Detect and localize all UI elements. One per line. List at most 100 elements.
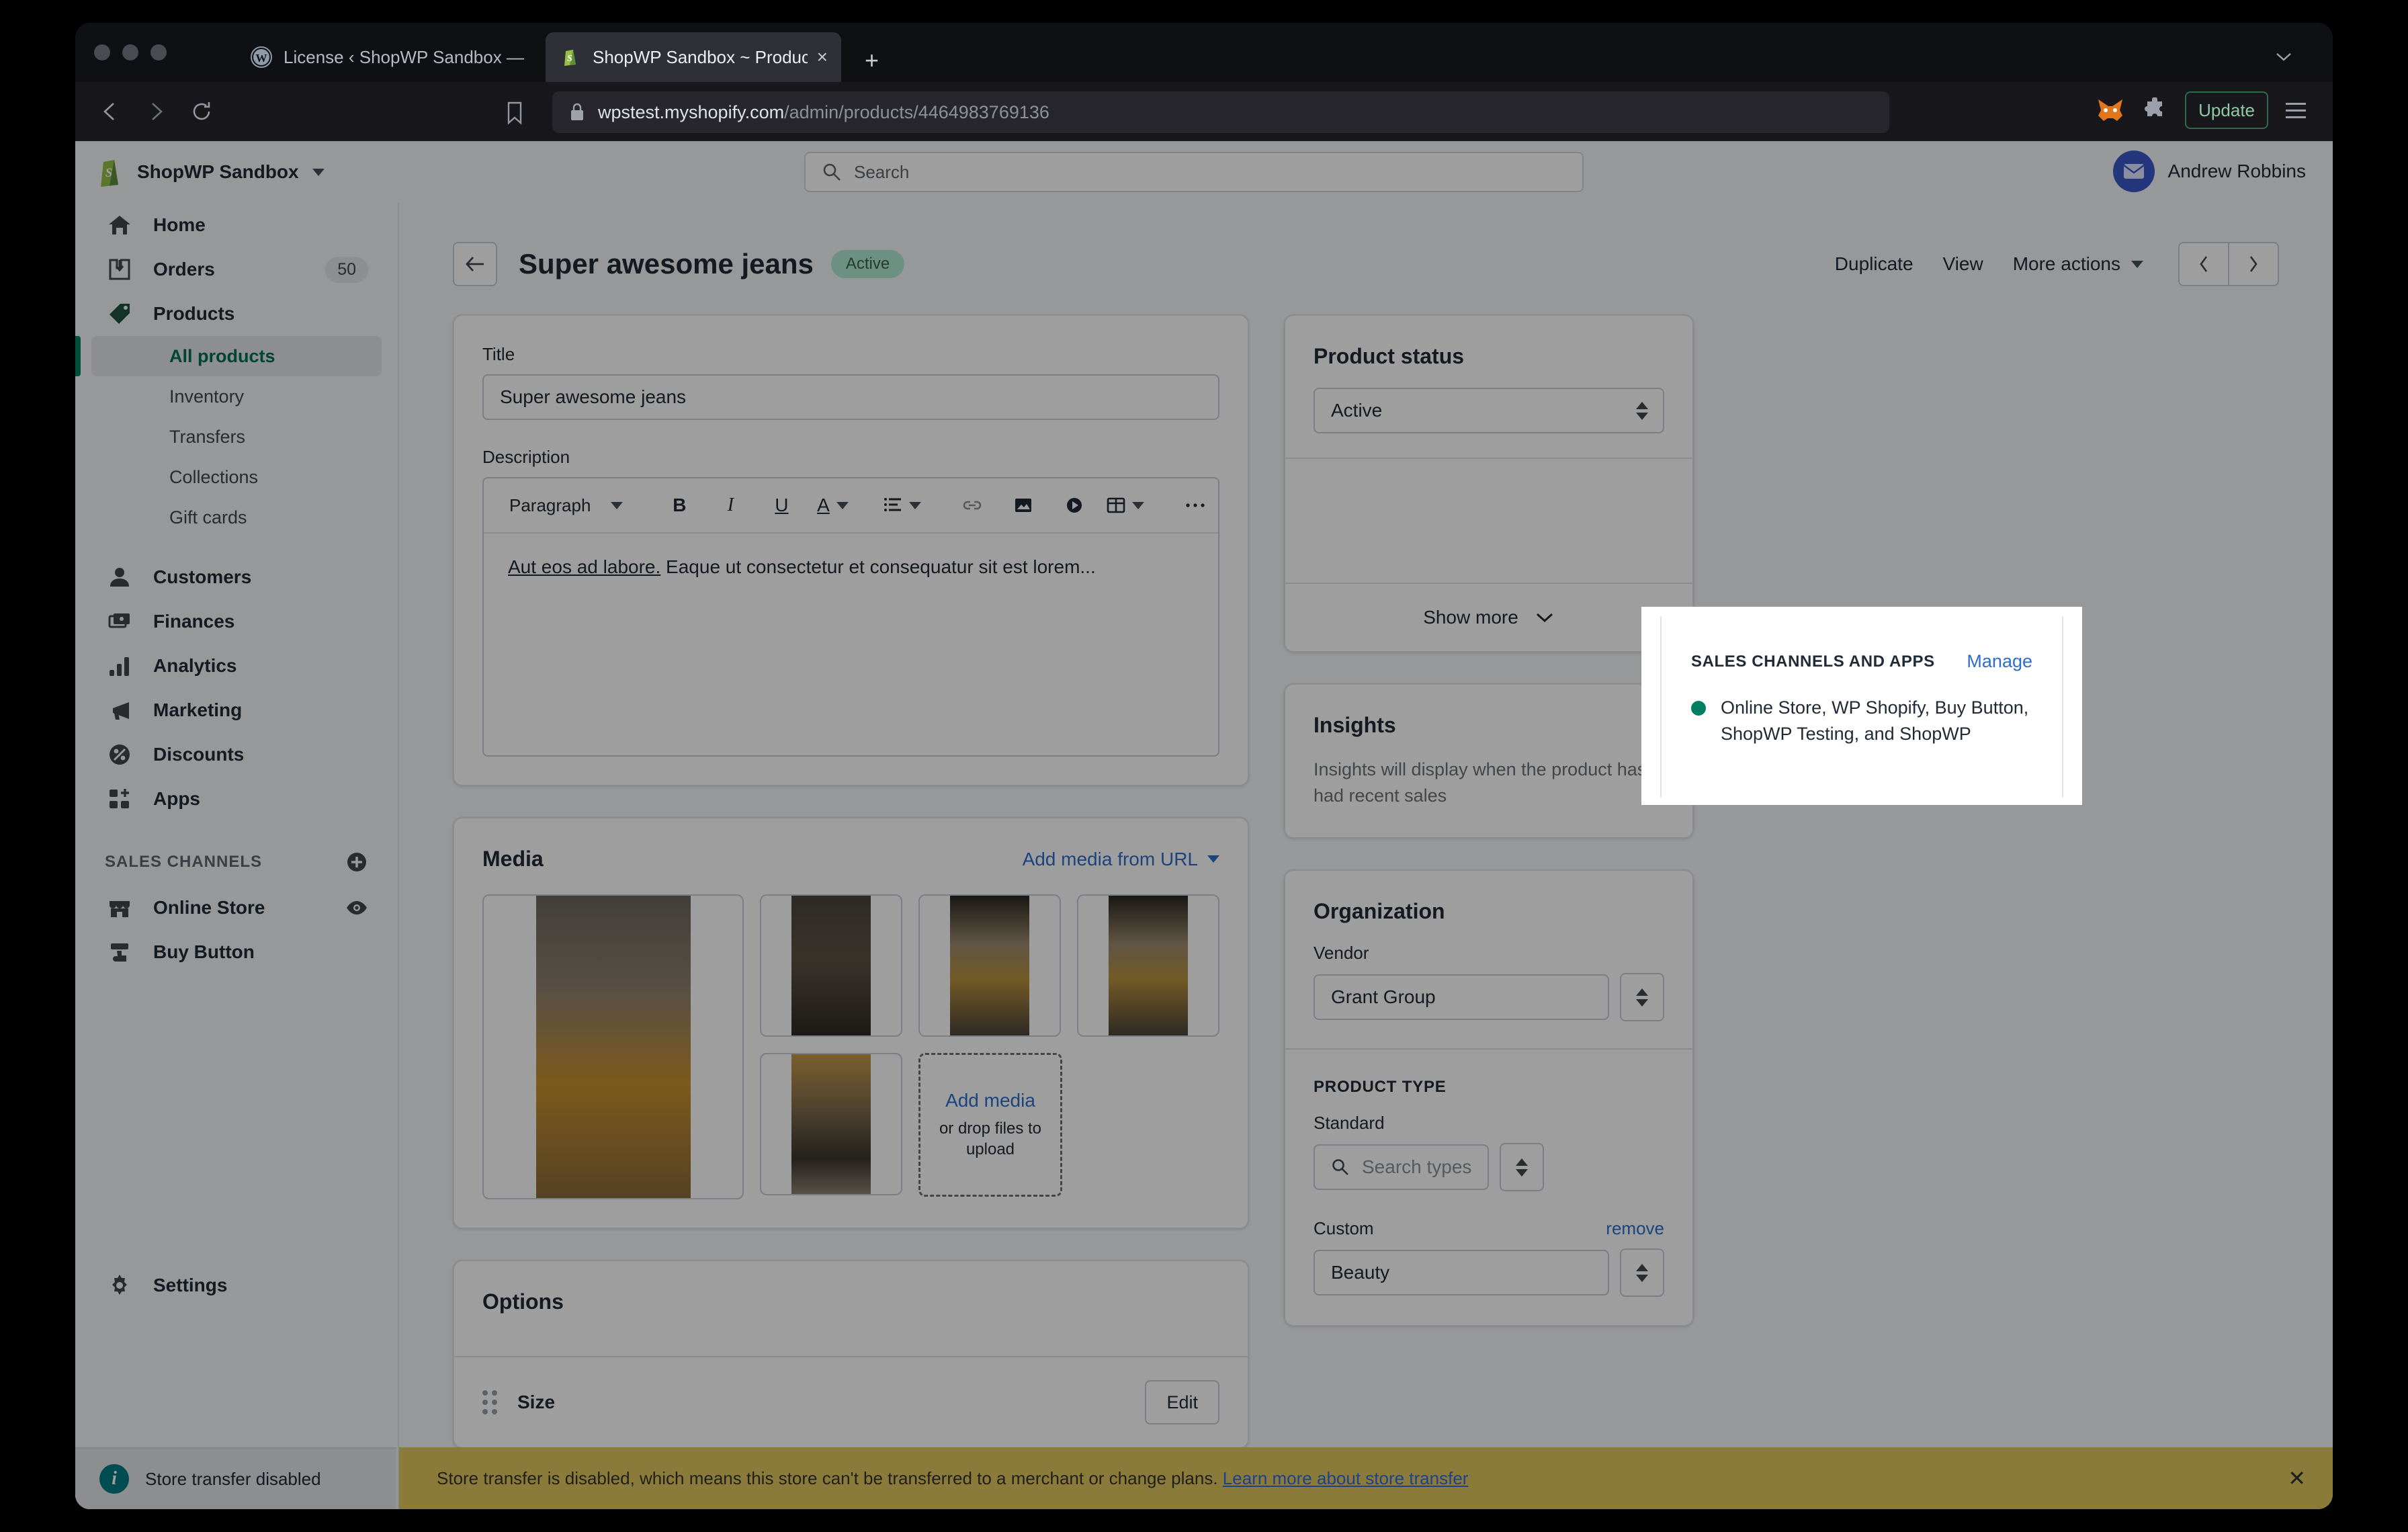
add-media-link[interactable]: Add media	[945, 1090, 1035, 1111]
custom-type-stepper[interactable]	[1620, 1248, 1664, 1297]
page-header: Super awesome jeans Active Duplicate Vie…	[399, 203, 2333, 286]
update-button[interactable]: Update	[2185, 91, 2268, 129]
content-columns: Title Super awesome jeans Description Pa…	[399, 286, 2333, 1449]
browser-toolbar: wpstest.myshopify.com/admin/products/446…	[75, 82, 2333, 141]
products-tag-icon	[105, 299, 134, 329]
media-thumbnail[interactable]	[760, 1053, 902, 1195]
media-card: Media Add media from URL	[453, 817, 1249, 1229]
video-icon[interactable]	[1049, 486, 1100, 524]
maximize-window-button[interactable]	[150, 44, 167, 60]
close-window-button[interactable]	[94, 44, 110, 60]
home-icon	[105, 210, 134, 240]
bold-icon[interactable]: B	[654, 486, 705, 524]
store-transfer-status[interactable]: i Store transfer disabled	[75, 1447, 396, 1509]
learn-more-link[interactable]: Learn more about store transfer	[1223, 1468, 1469, 1488]
search-placeholder: Search	[854, 162, 909, 183]
product-status-select[interactable]: Active	[1314, 388, 1664, 433]
close-icon[interactable]: ✕	[2288, 1467, 2306, 1489]
sidebar-item-gift-cards[interactable]: Gift cards	[91, 497, 382, 538]
standard-type-placeholder: Search types	[1362, 1156, 1471, 1178]
text-color-icon[interactable]: A	[807, 486, 858, 524]
sidebar-item-label: Products	[153, 303, 234, 325]
sidebar-item-transfers[interactable]: Transfers	[91, 417, 382, 457]
media-thumbnail[interactable]	[760, 894, 902, 1037]
hamburger-menu-icon[interactable]	[2286, 103, 2306, 118]
search-input[interactable]: Search	[804, 152, 1584, 192]
eye-icon[interactable]	[345, 900, 368, 916]
link-icon[interactable]	[947, 486, 998, 524]
sidebar-item-analytics[interactable]: Analytics	[75, 644, 398, 688]
manage-link[interactable]: Manage	[1967, 651, 2032, 672]
address-bar[interactable]: wpstest.myshopify.com/admin/products/446…	[552, 91, 1889, 133]
browser-tab-shopify[interactable]: S ShopWP Sandbox ~ Products ~ ×	[546, 32, 841, 82]
view-button[interactable]: View	[1943, 253, 1983, 275]
sidebar-item-discounts[interactable]: Discounts	[75, 732, 398, 777]
table-icon[interactable]	[1100, 486, 1151, 524]
window-traffic-lights[interactable]	[94, 44, 167, 60]
analytics-icon	[105, 651, 134, 681]
url-path: /admin/products/4464983769136	[784, 102, 1049, 122]
italic-icon[interactable]: I	[705, 486, 756, 524]
sidebar-item-marketing[interactable]: Marketing	[75, 688, 398, 732]
previous-product-button[interactable]	[2178, 242, 2229, 286]
remove-custom-type-button[interactable]: remove	[1606, 1218, 1664, 1239]
sidebar-item-apps[interactable]: Apps	[75, 777, 398, 821]
media-thumbnail[interactable]	[1077, 894, 1219, 1037]
sidebar-item-finances[interactable]: Finances	[75, 599, 398, 644]
sidebar-item-home[interactable]: Home	[75, 203, 398, 247]
edit-option-button[interactable]: Edit	[1145, 1380, 1219, 1424]
spacer	[75, 974, 398, 1263]
sidebar-item-settings[interactable]: Settings	[75, 1263, 398, 1308]
media-thumbnail[interactable]	[918, 894, 1061, 1037]
product-status-card: Product status Active Show more	[1284, 314, 1694, 652]
image-icon[interactable]	[998, 486, 1049, 524]
sidebar-item-label: Discounts	[153, 744, 244, 765]
standard-type-stepper[interactable]	[1500, 1143, 1544, 1191]
underline-icon[interactable]: U	[756, 486, 807, 524]
sidebar-subitem-label: Inventory	[169, 386, 244, 407]
more-actions-button[interactable]: More actions	[2013, 253, 2143, 275]
sidebar-item-customers[interactable]: Customers	[75, 555, 398, 599]
duplicate-button[interactable]: Duplicate	[1835, 253, 1914, 275]
back-button[interactable]	[453, 242, 497, 286]
description-body[interactable]: Aut eos ad labore. Eaque ut consectetur …	[484, 534, 1218, 755]
sidebar-item-orders[interactable]: Orders 50	[75, 247, 398, 292]
browser-tab-wordpress[interactable]: W License ‹ ShopWP Sandbox — Wor	[236, 32, 539, 82]
forward-icon[interactable]	[137, 93, 175, 130]
user-menu[interactable]: Andrew Robbins	[2113, 151, 2306, 192]
minimize-window-button[interactable]	[122, 44, 138, 60]
description-link[interactable]: Aut eos ad labore.	[508, 556, 660, 577]
standard-type-input[interactable]: Search types	[1314, 1144, 1489, 1190]
add-media-from-url-button[interactable]: Add media from URL	[1023, 849, 1219, 870]
block-format-dropdown[interactable]: Paragraph	[497, 486, 635, 524]
sidebar-item-products[interactable]: Products	[75, 292, 398, 336]
store-switcher[interactable]: S ShopWP Sandbox	[75, 141, 398, 203]
chevron-down-icon[interactable]	[2275, 51, 2292, 62]
custom-type-input[interactable]: Beauty	[1314, 1250, 1609, 1295]
bookmark-icon[interactable]	[499, 97, 531, 129]
close-icon[interactable]: ×	[808, 48, 828, 67]
media-thumbnail[interactable]	[482, 894, 744, 1199]
metamask-icon[interactable]	[2096, 97, 2124, 124]
vendor-select-stepper[interactable]	[1620, 973, 1664, 1021]
extensions-icon[interactable]	[2142, 97, 2167, 123]
drag-handle-icon[interactable]	[482, 1390, 497, 1414]
sidebar-item-all-products[interactable]: All products	[91, 336, 382, 376]
reload-icon[interactable]	[183, 93, 220, 130]
title-input[interactable]: Super awesome jeans	[482, 374, 1219, 420]
next-product-button[interactable]	[2229, 242, 2279, 286]
show-more-button[interactable]: Show more	[1285, 583, 1692, 651]
media-dropzone[interactable]: Add media or drop files to upload	[918, 1053, 1062, 1197]
sidebar-item-online-store[interactable]: Online Store	[75, 886, 398, 930]
store-transfer-banner: Store transfer is disabled, which means …	[399, 1447, 2333, 1509]
back-icon[interactable]	[91, 93, 129, 130]
more-icon[interactable]	[1170, 486, 1219, 524]
sidebar-item-collections[interactable]: Collections	[91, 457, 382, 497]
add-sales-channel-icon[interactable]	[345, 851, 368, 874]
new-tab-button[interactable]: +	[865, 48, 879, 73]
sidebar-item-buy-button[interactable]: Buy Button	[75, 930, 398, 974]
vendor-input[interactable]: Grant Group	[1314, 974, 1609, 1020]
align-icon[interactable]	[877, 486, 928, 524]
banner-text: Store transfer is disabled, which means …	[437, 1468, 1468, 1489]
sidebar-item-inventory[interactable]: Inventory	[91, 376, 382, 417]
